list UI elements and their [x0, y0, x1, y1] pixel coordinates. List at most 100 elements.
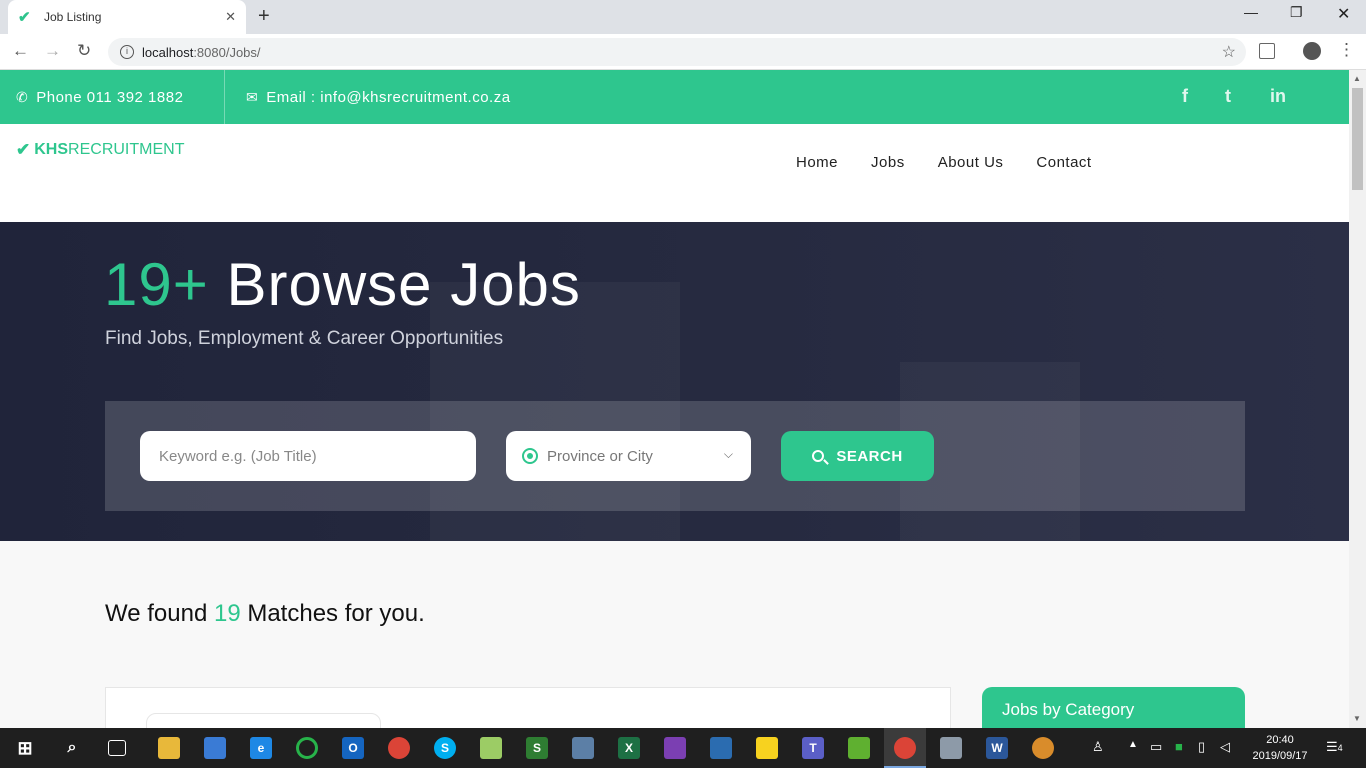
- location-target-icon: [522, 448, 538, 464]
- email-contact[interactable]: ✉ Email : info@khsrecruitment.co.za: [246, 70, 511, 124]
- restore-icon[interactable]: ❐: [1290, 4, 1303, 21]
- green-app-icon[interactable]: [296, 737, 318, 759]
- address-bar[interactable]: i localhost:8080/Jobs/ ☆: [108, 38, 1246, 66]
- new-tab-icon[interactable]: +: [258, 5, 270, 28]
- site-favicon-icon: ✔: [18, 9, 31, 26]
- visual-studio-icon[interactable]: [664, 737, 686, 759]
- facebook-icon[interactable]: f: [1182, 86, 1188, 107]
- nav-contact[interactable]: Contact: [1036, 154, 1091, 171]
- job-search-form: Province or City ⌵ SEARCH: [105, 401, 1245, 511]
- hero-subtitle: Find Jobs, Employment & Career Opportuni…: [105, 328, 504, 349]
- bookmark-star-icon[interactable]: ☆: [1222, 42, 1236, 62]
- results-prefix: We found: [105, 600, 208, 627]
- volume-icon[interactable]: ◁: [1220, 739, 1230, 755]
- word-icon[interactable]: W: [986, 737, 1008, 759]
- hero-banner: 19+ Browse Jobs Find Jobs, Employment & …: [0, 222, 1349, 541]
- internet-explorer-icon[interactable]: e: [250, 737, 272, 759]
- email-label: Email :: [266, 88, 316, 106]
- hero-title-text: Browse Jobs: [226, 251, 581, 318]
- sticky-notes-icon[interactable]: [756, 737, 778, 759]
- results-heading: We found 19 Matches for you.: [105, 600, 425, 628]
- phone-contact[interactable]: ✆ Phone 011 392 1882: [16, 70, 183, 124]
- clock-date: 2019/09/17: [1252, 750, 1308, 762]
- job-card[interactable]: [146, 713, 381, 728]
- tab-close-icon[interactable]: ✕: [225, 9, 236, 25]
- phone-icon: ✆: [16, 88, 29, 105]
- minimize-icon[interactable]: —: [1244, 4, 1258, 20]
- computer-app-icon[interactable]: [940, 737, 962, 759]
- hero-title: 19+ Browse Jobs: [104, 250, 581, 319]
- reload-icon[interactable]: ↻: [77, 41, 91, 61]
- topbar-divider: [224, 70, 225, 124]
- stacked-app-icon[interactable]: [848, 737, 870, 759]
- page-scrollbar[interactable]: ▲ ▼: [1349, 70, 1366, 728]
- network-icon[interactable]: ▭: [1150, 739, 1162, 755]
- taskbar-clock[interactable]: 20:40 2019/09/17: [1245, 732, 1315, 764]
- taskbar-search-icon[interactable]: ⌕: [61, 737, 83, 759]
- clock-time: 20:40: [1266, 734, 1294, 746]
- contact-topbar: ✆ Phone 011 392 1882 ✉ Email : info@khsr…: [0, 70, 1349, 124]
- outlook-icon[interactable]: O: [342, 737, 364, 759]
- location-placeholder: Province or City: [547, 447, 653, 465]
- excel-icon[interactable]: X: [618, 737, 640, 759]
- nav-jobs[interactable]: Jobs: [871, 154, 905, 171]
- tab-title: Job Listing: [44, 10, 102, 24]
- results-count: 19: [213, 600, 241, 627]
- back-icon[interactable]: ←: [12, 41, 29, 61]
- phone-label: Phone: [36, 88, 83, 106]
- scroll-down-icon[interactable]: ▼: [1353, 714, 1361, 723]
- scroll-up-icon[interactable]: ▲: [1353, 74, 1361, 83]
- search-icon: [812, 450, 825, 462]
- jobs-by-category-header: Jobs by Category: [982, 687, 1245, 728]
- logo-text: RECRUITMENT: [68, 141, 185, 158]
- sage-app-icon[interactable]: S: [526, 737, 548, 759]
- logo-text-bold: KHS: [34, 141, 69, 158]
- browser-menu-icon[interactable]: ⋮: [1338, 40, 1355, 60]
- url-text: localhost:8080/Jobs/: [142, 44, 261, 60]
- task-view-icon[interactable]: [108, 740, 126, 756]
- forward-icon[interactable]: →: [44, 41, 61, 61]
- skype-icon[interactable]: S: [434, 737, 456, 759]
- results-suffix: Matches for you.: [247, 600, 425, 627]
- browser-tab[interactable]: ✔ Job Listing ✕: [8, 0, 246, 34]
- store-icon[interactable]: [204, 737, 226, 759]
- chrome-active-icon[interactable]: [894, 737, 916, 759]
- search-button[interactable]: SEARCH: [781, 431, 934, 481]
- chevron-down-icon: ⌵: [723, 447, 733, 461]
- phone-number: 011 392 1882: [86, 88, 184, 106]
- extension-icon[interactable]: [1259, 43, 1275, 59]
- location-select[interactable]: Province or City ⌵: [506, 431, 751, 481]
- remote-desktop-icon[interactable]: [572, 737, 594, 759]
- windows-start-icon[interactable]: ⊞: [14, 737, 36, 759]
- battery-icon[interactable]: ▯: [1198, 739, 1205, 755]
- scrollbar-thumb[interactable]: [1352, 88, 1363, 190]
- twitter-icon[interactable]: t: [1225, 86, 1231, 107]
- teams-icon[interactable]: T: [802, 737, 824, 759]
- file-explorer-icon[interactable]: [158, 737, 180, 759]
- nav-about-us[interactable]: About Us: [938, 154, 1004, 171]
- main-nav: Home Jobs About Us Contact: [796, 154, 1125, 171]
- keyword-input[interactable]: [140, 431, 476, 481]
- logo-check-icon: ✔: [16, 140, 31, 159]
- search-button-label: SEARCH: [836, 447, 903, 465]
- site-logo[interactable]: ✔ KHS RECRUITMENT: [16, 140, 184, 160]
- project-app-icon[interactable]: [480, 737, 502, 759]
- tray-expand-icon[interactable]: ▲: [1128, 739, 1138, 750]
- profile-avatar-icon[interactable]: [1303, 42, 1321, 60]
- app-window-icon[interactable]: [710, 737, 732, 759]
- tray-app-icon[interactable]: ■: [1175, 739, 1183, 754]
- notification-count: 4: [1337, 743, 1343, 753]
- window-close-icon[interactable]: ✕: [1337, 4, 1350, 24]
- job-list-panel: [105, 687, 951, 728]
- browser-tab-strip: ✔ Job Listing ✕ + — ❐ ✕: [0, 0, 1366, 34]
- notification-center-icon[interactable]: ☰4: [1326, 739, 1343, 755]
- page-viewport: ✆ Phone 011 392 1882 ✉ Email : info@khsr…: [0, 70, 1349, 728]
- email-value: info@khsrecruitment.co.za: [320, 88, 511, 106]
- nav-home[interactable]: Home: [796, 154, 838, 171]
- site-header: ✔ KHS RECRUITMENT Home Jobs About Us Con…: [0, 124, 1349, 222]
- people-icon[interactable]: ♙: [1092, 739, 1104, 755]
- chrome-icon[interactable]: [388, 737, 410, 759]
- site-info-icon[interactable]: i: [120, 45, 134, 59]
- linkedin-icon[interactable]: in: [1270, 86, 1286, 107]
- paint-icon[interactable]: [1032, 737, 1054, 759]
